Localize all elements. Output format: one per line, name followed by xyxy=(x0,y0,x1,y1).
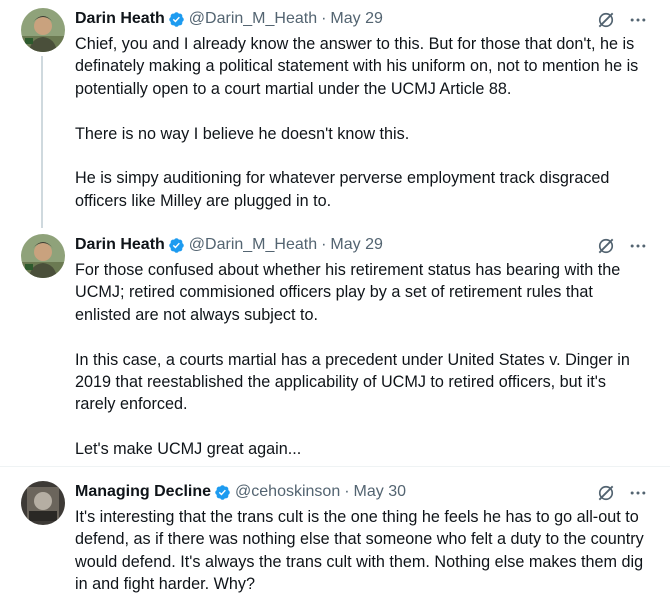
verified-badge-icon xyxy=(215,484,230,500)
grok-icon[interactable] xyxy=(596,10,616,30)
tweet-actions xyxy=(596,10,648,30)
tweet-text: Chief, you and I already know the answer… xyxy=(75,33,650,212)
author-name[interactable]: Darin Heath xyxy=(75,236,165,254)
author-handle[interactable]: @Darin_M_Heath xyxy=(189,10,317,28)
verified-badge-icon xyxy=(169,237,184,253)
tweet-1[interactable]: Darin Heath @Darin_M_Heath · May 29 Chie… xyxy=(0,0,670,228)
grok-icon[interactable] xyxy=(596,236,616,256)
author-handle[interactable]: @Darin_M_Heath xyxy=(189,236,317,254)
author-handle[interactable]: @cehoskinson xyxy=(235,483,340,501)
avatar[interactable] xyxy=(21,481,65,525)
more-icon[interactable] xyxy=(628,10,648,30)
author-name[interactable]: Darin Heath xyxy=(75,10,165,28)
tweet-actions xyxy=(596,483,648,503)
tweet-paragraph: There is no way I believe he doesn't kno… xyxy=(75,124,410,143)
tweet-paragraph: Let's make UCMJ great again... xyxy=(75,440,302,459)
more-icon[interactable] xyxy=(628,236,648,256)
tweet-header: Managing Decline @cehoskinson · May 30 xyxy=(75,481,406,503)
tweet-header: Darin Heath @Darin_M_Heath · May 29 xyxy=(75,234,383,256)
tweet-paragraph: In this case, a courts martial has a pre… xyxy=(75,350,630,414)
tweet-text: For those confused about whether his ret… xyxy=(75,259,650,461)
thread-line xyxy=(41,56,43,228)
avatar[interactable] xyxy=(21,234,65,278)
grok-icon[interactable] xyxy=(596,483,616,503)
tweet-text: It's interesting that the trans cult is … xyxy=(75,506,650,596)
more-icon[interactable] xyxy=(628,483,648,503)
tweet-date[interactable]: May 29 xyxy=(330,10,382,28)
separator-dot: · xyxy=(321,10,327,27)
tweet-paragraph: For those confused about whether his ret… xyxy=(75,261,621,324)
avatar[interactable] xyxy=(21,8,65,52)
verified-badge-icon xyxy=(169,11,184,27)
tweet-header: Darin Heath @Darin_M_Heath · May 29 xyxy=(75,8,383,30)
tweet-paragraph: It's interesting that the trans cult is … xyxy=(75,508,644,594)
author-name[interactable]: Managing Decline xyxy=(75,483,211,501)
separator-dot: · xyxy=(321,236,327,253)
tweet-3[interactable]: Managing Decline @cehoskinson · May 30 I… xyxy=(0,467,670,601)
tweet-date[interactable]: May 30 xyxy=(354,483,406,501)
tweet-actions xyxy=(596,236,648,256)
tweet-paragraph: Chief, you and I already know the answer… xyxy=(75,35,639,98)
tweet-paragraph: He is simpy auditioning for whatever per… xyxy=(75,169,610,210)
tweet-date[interactable]: May 29 xyxy=(330,236,382,254)
separator-dot: · xyxy=(344,483,350,500)
tweet-2[interactable]: Darin Heath @Darin_M_Heath · May 29 For … xyxy=(0,228,670,466)
